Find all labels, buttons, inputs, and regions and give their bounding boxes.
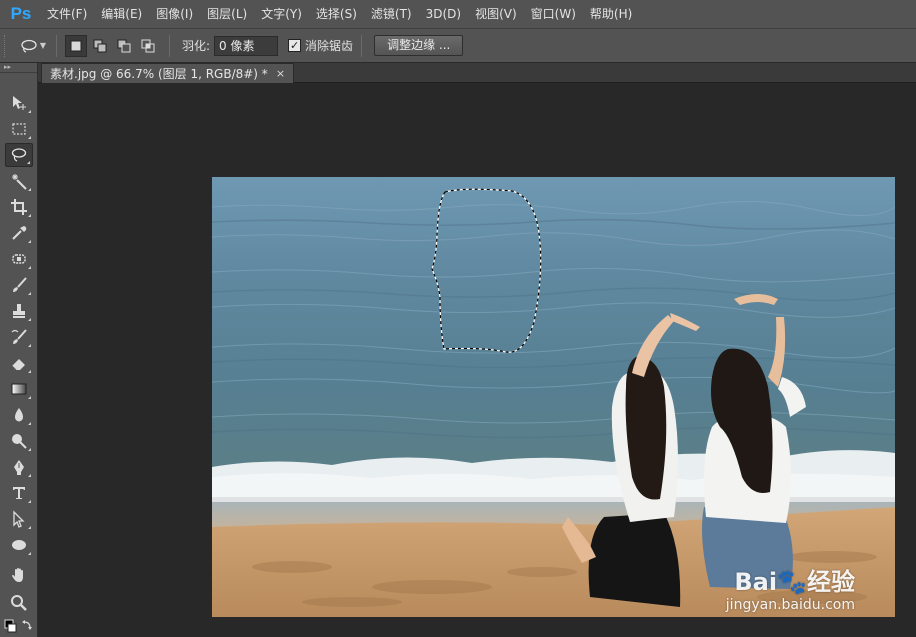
clone-stamp-tool-icon	[13, 304, 25, 318]
menu-image[interactable]: 图像(I)	[149, 0, 200, 28]
swap-colors-icon	[4, 619, 32, 633]
type-tool-icon	[13, 487, 25, 499]
menu-view[interactable]: 视图(V)	[468, 0, 524, 28]
eyedropper-tool-button[interactable]	[5, 221, 33, 245]
canvas-workspace[interactable]: Bai🐾经验 jingyan.baidu.com	[38, 83, 916, 637]
lasso-tool-button[interactable]	[5, 143, 33, 167]
document-tab[interactable]: 素材.jpg @ 66.7% (图层 1, RGB/8#) * ×	[41, 63, 295, 83]
move-tool-button[interactable]	[5, 91, 33, 115]
antialias-label: 消除锯齿	[305, 39, 354, 53]
document-canvas[interactable]: Bai🐾经验 jingyan.baidu.com	[212, 177, 895, 617]
watermark-url: jingyan.baidu.com	[725, 597, 855, 613]
refine-edge-button[interactable]: 调整边缘 ...	[374, 35, 464, 56]
zoom-tool-button[interactable]	[5, 591, 33, 615]
menu-layer[interactable]: 图层(L)	[200, 0, 254, 28]
brush-tool-icon	[13, 277, 27, 292]
close-icon[interactable]: ×	[276, 67, 285, 80]
menu-help[interactable]: 帮助(H)	[583, 0, 639, 28]
healing-brush-tool-button[interactable]	[5, 247, 33, 271]
menu-bar: Ps 文件(F) 编辑(E) 图像(I) 图层(L) 文字(Y) 选择(S) 滤…	[0, 0, 916, 28]
menu-file[interactable]: 文件(F)	[40, 0, 94, 28]
subtract-from-selection-button[interactable]	[113, 35, 135, 57]
tool-preset-picker[interactable]: ▼	[18, 35, 48, 57]
healing-brush-tool-icon	[12, 254, 26, 264]
divider	[169, 34, 170, 57]
marquee-tool-icon	[12, 123, 26, 135]
magic-wand-tool-icon	[12, 174, 27, 190]
feather-input[interactable]	[214, 35, 279, 56]
menu-filter[interactable]: 滤镜(T)	[364, 0, 419, 28]
blur-tool-button[interactable]	[5, 403, 33, 427]
lasso-preset-icon	[21, 39, 37, 53]
eraser-tool-icon	[11, 359, 25, 371]
menu-select[interactable]: 选择(S)	[309, 0, 364, 28]
add-to-selection-button[interactable]	[89, 35, 111, 57]
crop-tool-icon	[11, 199, 27, 215]
options-bar: ▼ 羽化: ✓ 消除锯齿 调整边缘 ...	[0, 28, 916, 63]
new-selection-button[interactable]	[65, 34, 87, 57]
path-selection-tool-button[interactable]	[5, 507, 33, 531]
antialias-checkbox[interactable]: ✓	[288, 39, 302, 52]
move-tool-icon	[13, 96, 26, 110]
history-brush-tool-icon	[11, 329, 27, 344]
pen-tool-button[interactable]	[5, 455, 33, 479]
document-tab-title: 素材.jpg @ 66.7% (图层 1, RGB/8#) *	[50, 67, 268, 81]
new-selection-icon	[70, 40, 82, 51]
menu-type[interactable]: 文字(Y)	[254, 0, 309, 28]
hand-tool-button[interactable]	[5, 563, 33, 587]
options-bar-grip[interactable]	[4, 34, 10, 57]
marquee-tool-button[interactable]	[5, 117, 33, 141]
watermark-brand: Bai🐾经验	[734, 568, 855, 596]
beach-photo	[212, 177, 895, 617]
menu-3d[interactable]: 3D(D)	[419, 0, 468, 28]
document-tab-bar: 素材.jpg @ 66.7% (图层 1, RGB/8#) * ×	[38, 63, 916, 83]
clone-stamp-tool-button[interactable]	[5, 299, 33, 323]
ellipse-tool-icon	[12, 540, 26, 550]
ellipse-tool-button[interactable]	[5, 533, 33, 557]
tools-panel: ▸▸	[0, 63, 38, 637]
history-brush-tool-button[interactable]	[5, 325, 33, 349]
intersect-selection-icon	[141, 39, 155, 52]
dodge-tool-icon	[12, 434, 27, 449]
brush-tool-button[interactable]	[5, 273, 33, 297]
divider	[56, 34, 57, 57]
add-selection-icon	[93, 39, 107, 52]
crop-tool-button[interactable]	[5, 195, 33, 219]
eraser-tool-button[interactable]	[5, 351, 33, 375]
photoshop-logo: Ps	[10, 4, 32, 23]
gradient-tool-icon	[11, 383, 27, 395]
panel-collapse-icon[interactable]: ▸▸	[0, 63, 37, 73]
type-tool-button[interactable]	[5, 481, 33, 505]
eyedropper-tool-icon	[12, 226, 27, 240]
hand-tool-icon	[12, 568, 23, 582]
feather-label: 羽化:	[182, 39, 211, 53]
dodge-tool-button[interactable]	[5, 429, 33, 453]
subtract-selection-icon	[117, 39, 131, 52]
watermark: Bai🐾经验 jingyan.baidu.com	[726, 562, 855, 613]
magic-wand-tool-button[interactable]	[5, 169, 33, 193]
divider	[361, 34, 363, 57]
intersect-selection-button[interactable]	[137, 35, 159, 57]
menu-edit[interactable]: 编辑(E)	[94, 0, 149, 28]
menu-window[interactable]: 窗口(W)	[524, 0, 583, 28]
blur-tool-icon	[15, 408, 23, 422]
path-selection-tool-icon	[13, 510, 25, 528]
zoom-tool-icon	[11, 595, 27, 611]
lasso-tool-icon	[11, 148, 27, 162]
color-swatches[interactable]	[4, 619, 34, 635]
chevron-down-icon: ▼	[39, 41, 47, 50]
gradient-tool-button[interactable]	[5, 377, 33, 401]
pen-tool-icon	[14, 460, 24, 475]
